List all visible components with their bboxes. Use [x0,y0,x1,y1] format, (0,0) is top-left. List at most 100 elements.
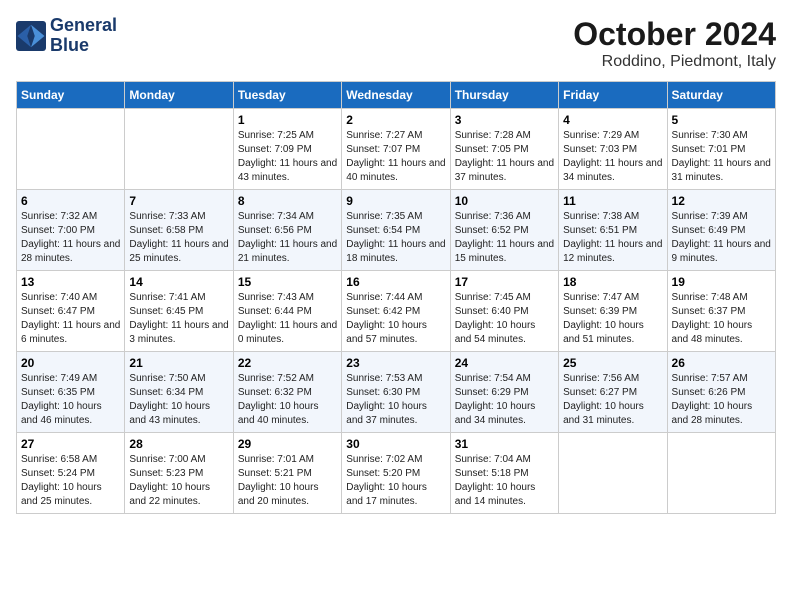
calendar-week-row: 20Sunrise: 7:49 AM Sunset: 6:35 PM Dayli… [17,352,776,433]
day-number: 31 [455,437,554,451]
logo-line1: General [50,16,117,36]
day-number: 9 [346,194,445,208]
day-info: Sunrise: 7:40 AM Sunset: 6:47 PM Dayligh… [21,291,120,347]
calendar-cell: 21 Sunrise: 7:50 AM Sunset: 6:34 PM Dayli… [125,352,233,433]
logo-line2: Blue [50,36,117,56]
calendar-cell: 27 Sunrise: 6:58 AM Sunset: 5:24 PM Dayli… [17,433,125,514]
calendar-cell: 23 Sunrise: 7:53 AM Sunset: 6:30 PM Dayli… [342,352,450,433]
day-number: 5 [672,113,771,127]
day-info: Sunrise: 7:44 AM Sunset: 6:42 PM Dayligh… [346,291,445,347]
day-number: 7 [129,194,228,208]
day-number: 6 [21,194,120,208]
calendar-cell: 15 Sunrise: 7:43 AM Sunset: 6:44 PM Dayli… [233,271,341,352]
calendar-cell [559,433,667,514]
calendar-cell: 1 Sunrise: 7:25 AM Sunset: 7:09 PM Daylig… [233,109,341,190]
day-number: 12 [672,194,771,208]
day-number: 13 [21,275,120,289]
title-block: October 2024 Roddino, Piedmont, Italy [573,16,776,71]
day-number: 16 [346,275,445,289]
weekday-header-row: SundayMondayTuesdayWednesdayThursdayFrid… [17,82,776,109]
calendar-cell: 12Sunrise: 7:39 AM Sunset: 6:49 PM Dayli… [667,190,775,271]
day-number: 24 [455,356,554,370]
day-info: Sunrise: 7:48 AM Sunset: 6:37 PM Dayligh… [672,291,771,347]
day-info: Sunrise: 7:53 AM Sunset: 6:30 PM Dayligh… [346,372,445,428]
day-number: 21 [129,356,228,370]
calendar-week-row: 27 Sunrise: 6:58 AM Sunset: 5:24 PM Dayli… [17,433,776,514]
calendar-cell: 18 Sunrise: 7:47 AM Sunset: 6:39 PM Dayli… [559,271,667,352]
day-info: Sunrise: 7:45 AM Sunset: 6:40 PM Dayligh… [455,291,554,347]
day-info: Sunrise: 7:01 AM Sunset: 5:21 PM Dayligh… [238,453,337,509]
day-number: 2 [346,113,445,127]
day-info: Sunrise: 7:32 AM Sunset: 7:00 PM Dayligh… [21,210,120,266]
day-number: 26 [672,356,771,370]
day-number: 17 [455,275,554,289]
day-number: 3 [455,113,554,127]
calendar-cell [667,433,775,514]
calendar-cell: 19 Sunrise: 7:48 AM Sunset: 6:37 PM Dayli… [667,271,775,352]
day-info: Sunrise: 7:27 AM Sunset: 7:07 PM Dayligh… [346,129,445,185]
day-info: Sunrise: 7:50 AM Sunset: 6:34 PM Dayligh… [129,372,228,428]
day-info: Sunrise: 7:35 AM Sunset: 6:54 PM Dayligh… [346,210,445,266]
calendar-cell: 22Sunrise: 7:52 AM Sunset: 6:32 PM Dayli… [233,352,341,433]
calendar-cell: 26 Sunrise: 7:57 AM Sunset: 6:26 PM Dayli… [667,352,775,433]
day-number: 15 [238,275,337,289]
day-number: 23 [346,356,445,370]
day-info: Sunrise: 7:47 AM Sunset: 6:39 PM Dayligh… [563,291,662,347]
day-info: Sunrise: 7:28 AM Sunset: 7:05 PM Dayligh… [455,129,554,185]
day-number: 28 [129,437,228,451]
day-number: 1 [238,113,337,127]
weekday-header: Sunday [17,82,125,109]
day-info: Sunrise: 6:58 AM Sunset: 5:24 PM Dayligh… [21,453,120,509]
page-header: General Blue October 2024 Roddino, Piedm… [16,16,776,71]
day-number: 30 [346,437,445,451]
calendar-table: SundayMondayTuesdayWednesdayThursdayFrid… [16,81,776,514]
day-number: 14 [129,275,228,289]
calendar-cell: 4 Sunrise: 7:29 AM Sunset: 7:03 PM Daylig… [559,109,667,190]
weekday-header: Friday [559,82,667,109]
day-number: 8 [238,194,337,208]
day-info: Sunrise: 7:34 AM Sunset: 6:56 PM Dayligh… [238,210,337,266]
day-number: 18 [563,275,662,289]
day-number: 25 [563,356,662,370]
calendar-cell: 17 Sunrise: 7:45 AM Sunset: 6:40 PM Dayli… [450,271,558,352]
calendar-cell: 14 Sunrise: 7:41 AM Sunset: 6:45 PM Dayli… [125,271,233,352]
weekday-header: Saturday [667,82,775,109]
calendar-cell: 24 Sunrise: 7:54 AM Sunset: 6:29 PM Dayli… [450,352,558,433]
calendar-cell: 10 Sunrise: 7:36 AM Sunset: 6:52 PM Dayli… [450,190,558,271]
calendar-week-row: 6 Sunrise: 7:32 AM Sunset: 7:00 PM Daylig… [17,190,776,271]
day-info: Sunrise: 7:56 AM Sunset: 6:27 PM Dayligh… [563,372,662,428]
day-info: Sunrise: 7:41 AM Sunset: 6:45 PM Dayligh… [129,291,228,347]
logo: General Blue [16,16,117,56]
day-info: Sunrise: 7:38 AM Sunset: 6:51 PM Dayligh… [563,210,662,266]
day-info: Sunrise: 7:29 AM Sunset: 7:03 PM Dayligh… [563,129,662,185]
day-info: Sunrise: 7:30 AM Sunset: 7:01 PM Dayligh… [672,129,771,185]
calendar-week-row: 13 Sunrise: 7:40 AM Sunset: 6:47 PM Dayli… [17,271,776,352]
logo-icon [16,21,46,51]
calendar-subtitle: Roddino, Piedmont, Italy [573,53,776,71]
calendar-cell: 28 Sunrise: 7:00 AM Sunset: 5:23 PM Dayli… [125,433,233,514]
weekday-header: Wednesday [342,82,450,109]
calendar-cell: 31Sunrise: 7:04 AM Sunset: 5:18 PM Dayli… [450,433,558,514]
calendar-cell [17,109,125,190]
calendar-cell: 2 Sunrise: 7:27 AM Sunset: 7:07 PM Daylig… [342,109,450,190]
calendar-title: October 2024 [573,16,776,53]
day-info: Sunrise: 7:36 AM Sunset: 6:52 PM Dayligh… [455,210,554,266]
day-info: Sunrise: 7:25 AM Sunset: 7:09 PM Dayligh… [238,129,337,185]
day-info: Sunrise: 7:57 AM Sunset: 6:26 PM Dayligh… [672,372,771,428]
calendar-cell: 20Sunrise: 7:49 AM Sunset: 6:35 PM Dayli… [17,352,125,433]
calendar-cell: 3 Sunrise: 7:28 AM Sunset: 7:05 PM Daylig… [450,109,558,190]
day-number: 27 [21,437,120,451]
calendar-cell: 7 Sunrise: 7:33 AM Sunset: 6:58 PM Daylig… [125,190,233,271]
day-info: Sunrise: 7:00 AM Sunset: 5:23 PM Dayligh… [129,453,228,509]
day-info: Sunrise: 7:54 AM Sunset: 6:29 PM Dayligh… [455,372,554,428]
day-info: Sunrise: 7:33 AM Sunset: 6:58 PM Dayligh… [129,210,228,266]
day-number: 19 [672,275,771,289]
weekday-header: Tuesday [233,82,341,109]
day-info: Sunrise: 7:02 AM Sunset: 5:20 PM Dayligh… [346,453,445,509]
calendar-cell: 16 Sunrise: 7:44 AM Sunset: 6:42 PM Dayli… [342,271,450,352]
calendar-cell: 29Sunrise: 7:01 AM Sunset: 5:21 PM Dayli… [233,433,341,514]
day-number: 4 [563,113,662,127]
day-number: 10 [455,194,554,208]
day-info: Sunrise: 7:43 AM Sunset: 6:44 PM Dayligh… [238,291,337,347]
day-info: Sunrise: 7:52 AM Sunset: 6:32 PM Dayligh… [238,372,337,428]
